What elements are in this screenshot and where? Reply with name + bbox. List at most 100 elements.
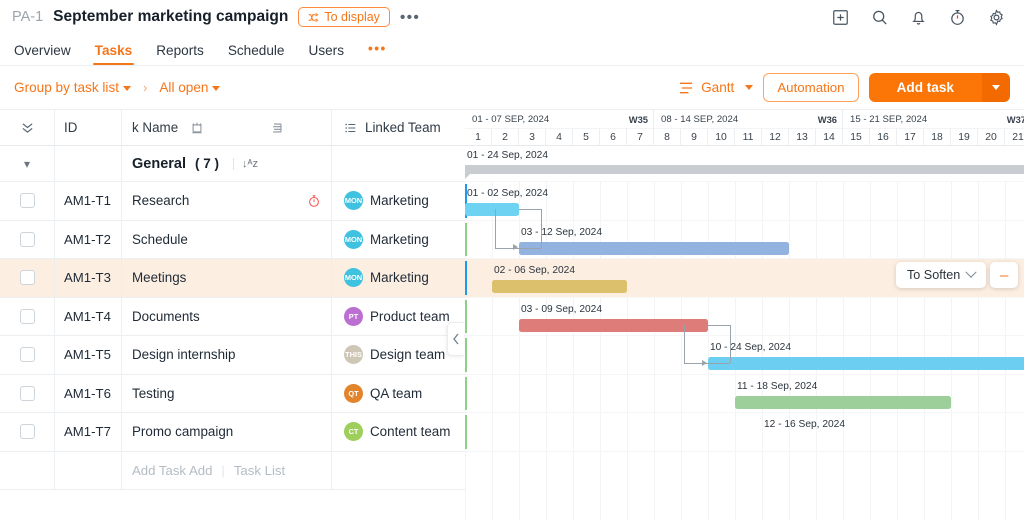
column-header-name[interactable]: k Name xyxy=(122,110,297,145)
row-name-label: Documents xyxy=(132,309,200,324)
add-box-icon[interactable] xyxy=(831,8,850,27)
soften-dropdown[interactable]: To Soften xyxy=(896,262,986,288)
table-row[interactable]: AM1-T3MeetingsMONMarketing xyxy=(0,259,465,298)
table-row[interactable]: AM1-T6TestingQTQA team xyxy=(0,375,465,414)
dependency-link xyxy=(541,209,542,248)
group-count: ( 7 ) xyxy=(195,156,219,171)
gear-icon[interactable] xyxy=(987,8,1006,27)
row-checkbox-cell xyxy=(0,298,55,336)
timer-icon[interactable] xyxy=(948,8,967,27)
column-header-team[interactable]: Linked Team xyxy=(332,110,465,145)
list-icon xyxy=(344,121,358,135)
group-expand-button[interactable]: ▾ xyxy=(0,146,55,181)
row-id: AM1-T3 xyxy=(55,259,122,297)
group-by-label: Group by task list xyxy=(14,80,119,95)
gantt-day-header: 1 xyxy=(465,128,492,146)
gantt-day-header: 16 xyxy=(870,128,897,146)
row-name-label: Promo campaign xyxy=(132,424,233,439)
avatar-initials: THIS xyxy=(345,350,362,359)
view-mode-label: Gantt xyxy=(701,80,734,95)
gantt-bar[interactable] xyxy=(708,357,1024,370)
gantt-day-header: 15 xyxy=(843,128,870,146)
gantt-bar-label: 01 - 02 Sep, 2024 xyxy=(467,188,548,199)
row-name-label: Meetings xyxy=(132,270,186,285)
add-task-link[interactable]: Add Task Add xyxy=(132,463,212,478)
row-checkbox[interactable] xyxy=(20,386,35,401)
to-display-badge[interactable]: To display xyxy=(298,7,390,27)
group-id-cell xyxy=(55,146,122,181)
status-filter-dropdown[interactable]: All open xyxy=(159,80,220,95)
group-by-dropdown[interactable]: Group by task list xyxy=(14,80,131,95)
table-row[interactable]: AM1-T1ResearchMONMarketing xyxy=(0,182,465,221)
tab-schedule[interactable]: Schedule xyxy=(228,43,285,65)
column-header-id[interactable]: ID xyxy=(55,110,122,145)
group-row-general[interactable]: ▾ General ( 7 ) ↓ᴬᴢ xyxy=(0,146,465,182)
gantt-week-header: 01 - 07 SEP, 2024W35 xyxy=(465,110,654,128)
tabs-overflow-button[interactable]: ••• xyxy=(368,41,387,65)
gantt-bar[interactable] xyxy=(519,242,789,255)
row-name: Research xyxy=(122,182,297,220)
dependency-link xyxy=(684,363,730,364)
row-team: QTQA team xyxy=(332,375,465,413)
task-list-link[interactable]: Task List xyxy=(234,463,285,478)
gantt-day-header: 5 xyxy=(573,128,600,146)
row-checkbox[interactable] xyxy=(20,270,35,285)
collapse-all-button[interactable] xyxy=(0,110,55,145)
row-checkbox[interactable] xyxy=(20,347,35,362)
gantt-bar[interactable] xyxy=(762,434,897,447)
tab-overview[interactable]: Overview xyxy=(14,43,71,65)
row-checkbox[interactable] xyxy=(20,424,35,439)
tab-reports[interactable]: Reports xyxy=(156,43,204,65)
tab-tasks[interactable]: Tasks xyxy=(95,43,133,65)
add-task-group: Add task xyxy=(869,73,1010,102)
table-row[interactable]: AM1-T2ScheduleMONMarketing xyxy=(0,221,465,260)
add-task-dropdown-button[interactable] xyxy=(982,73,1010,102)
chevron-left-icon xyxy=(452,333,460,345)
row-id: AM1-T7 xyxy=(55,413,122,451)
header-overflow-button[interactable]: ••• xyxy=(400,9,420,26)
summary-bar[interactable] xyxy=(465,165,1024,174)
table-row[interactable]: AM1-T7Promo campaignCTContent team xyxy=(0,413,465,452)
dependency-arrow-icon xyxy=(702,360,707,366)
tab-users[interactable]: Users xyxy=(309,43,345,65)
gantt-bar[interactable] xyxy=(519,319,708,332)
row-timer-cell[interactable] xyxy=(297,182,332,220)
chevron-down-icon xyxy=(745,85,753,90)
row-id: AM1-T6 xyxy=(55,375,122,413)
bell-icon[interactable] xyxy=(909,8,928,27)
table-row[interactable]: AM1-T5Design internshipTHISDesign team xyxy=(0,336,465,375)
table-row[interactable]: AM1-T4DocumentsPTProduct team xyxy=(0,298,465,337)
layers-icon[interactable] xyxy=(270,121,285,135)
gantt-bar[interactable] xyxy=(735,396,951,409)
gantt-row: 03 - 09 Sep, 2024 xyxy=(465,298,1024,337)
collapse-panel-handle[interactable] xyxy=(447,322,464,356)
row-team: MONMarketing xyxy=(332,221,465,259)
gantt-day-header: 8 xyxy=(654,128,681,146)
soften-minus-button[interactable]: – xyxy=(990,262,1018,288)
row-status-strip xyxy=(465,377,467,411)
gantt-day-header: 21 xyxy=(1005,128,1024,146)
row-status-strip xyxy=(465,223,467,257)
dependency-arrow-icon xyxy=(513,244,518,250)
row-checkbox[interactable] xyxy=(20,232,35,247)
row-name: Design internship xyxy=(122,336,297,374)
row-team-label: Marketing xyxy=(370,232,429,247)
group-name-cell: General ( 7 ) ↓ᴬᴢ xyxy=(122,146,297,181)
row-checkbox-cell xyxy=(0,221,55,259)
view-mode-dropdown[interactable]: Gantt xyxy=(679,80,753,95)
row-checkbox[interactable] xyxy=(20,193,35,208)
row-team: PTProduct team xyxy=(332,298,465,336)
gantt-bar[interactable] xyxy=(492,280,627,293)
alarm-icon xyxy=(190,121,204,135)
group-sort-button[interactable]: ↓ᴬᴢ xyxy=(233,158,258,170)
task-table: ID k Name xyxy=(0,110,465,520)
chevron-down-icon xyxy=(992,85,1000,90)
gantt-bar[interactable] xyxy=(465,203,519,216)
automation-button[interactable]: Automation xyxy=(763,73,858,102)
search-icon[interactable] xyxy=(870,8,889,27)
column-header-team-label: Linked Team xyxy=(365,120,441,135)
gantt-day-header: 19 xyxy=(951,128,978,146)
timer-icon[interactable] xyxy=(307,194,321,208)
row-checkbox[interactable] xyxy=(20,309,35,324)
add-task-button[interactable]: Add task xyxy=(869,73,982,102)
